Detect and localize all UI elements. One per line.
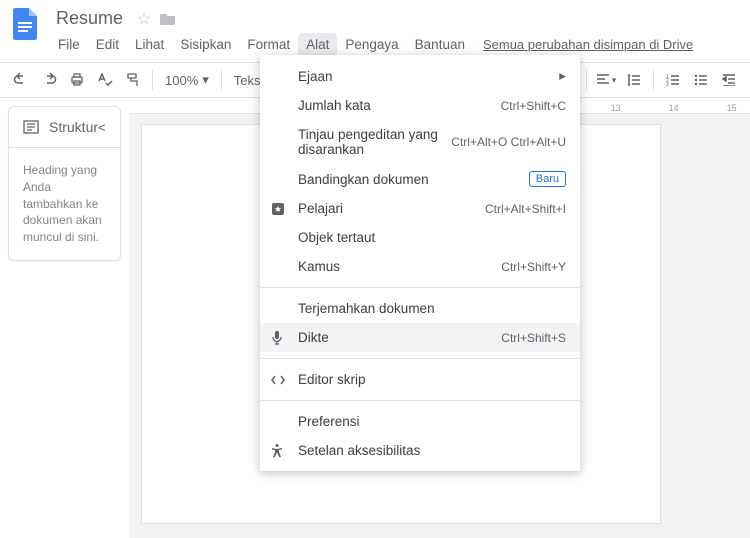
menu-sisipkan[interactable]: Sisipkan — [172, 33, 239, 56]
code-icon — [270, 374, 288, 386]
menu-item-editor-skrip[interactable]: Editor skrip — [260, 365, 580, 394]
menu-item-tinjau-pengeditan-yang-disarankan[interactable]: Tinjau pengeditan yang disarankanCtrl+Al… — [260, 120, 580, 164]
folder-icon[interactable] — [159, 12, 177, 26]
menu-item-preferensi[interactable]: Preferensi — [260, 407, 580, 436]
menu-item-label: Setelan aksesibilitas — [298, 443, 420, 458]
menu-item-label: Preferensi — [298, 414, 360, 429]
outline-header: Struktur < — [9, 107, 120, 148]
toolbar-right: ▾ ▾ 123 — [554, 67, 742, 93]
chevron-down-icon: ▾ — [202, 72, 209, 88]
menu-item-label: Kamus — [298, 259, 340, 274]
menu-pengaya[interactable]: Pengaya — [337, 33, 406, 56]
menu-item-label: Dikte — [298, 330, 329, 345]
docs-logo[interactable] — [8, 6, 44, 42]
mic-icon — [270, 330, 288, 346]
submenu-arrow-icon: ▸ — [559, 68, 566, 84]
header-main: Resume ☆ File Edit Lihat Sisipkan Format… — [50, 6, 693, 56]
outline-body: Heading yang Anda tambahkan ke dokumen a… — [9, 148, 120, 260]
menu-format[interactable]: Format — [239, 33, 298, 56]
accessibility-icon — [270, 443, 288, 459]
shortcut-label: Ctrl+Shift+C — [501, 99, 566, 113]
menu-lihat[interactable]: Lihat — [127, 33, 172, 56]
menu-separator — [260, 400, 580, 401]
menu-edit[interactable]: Edit — [88, 33, 127, 56]
redo-icon[interactable] — [36, 67, 62, 93]
outline-panel: Struktur < Heading yang Anda tambahkan k… — [8, 106, 121, 261]
menu-item-label: Pelajari — [298, 201, 343, 216]
spellcheck-icon[interactable] — [92, 67, 118, 93]
shortcut-label: Ctrl+Shift+Y — [501, 260, 566, 274]
align-button[interactable]: ▾ — [593, 67, 619, 93]
header: Resume ☆ File Edit Lihat Sisipkan Format… — [0, 0, 750, 56]
menu-separator — [260, 358, 580, 359]
new-badge: Baru — [529, 171, 566, 187]
menu-bantuan[interactable]: Bantuan — [407, 33, 473, 56]
numbered-list-button[interactable]: 123 — [660, 67, 686, 93]
menu-item-label: Ejaan — [298, 69, 333, 84]
title-row: Resume ☆ — [50, 6, 693, 31]
undo-icon[interactable] — [8, 67, 34, 93]
collapse-outline-button[interactable]: < — [98, 120, 106, 135]
outline-title: Struktur — [49, 119, 98, 135]
line-spacing-button[interactable] — [621, 67, 647, 93]
shortcut-label: Ctrl+Alt+Shift+I — [485, 202, 566, 216]
svg-text:3: 3 — [666, 82, 669, 86]
doc-title[interactable]: Resume — [50, 6, 129, 31]
menu-item-label: Editor skrip — [298, 372, 366, 387]
toolbar-separator — [221, 70, 222, 90]
menu-item-label: Tinjau pengeditan yang disarankan — [298, 127, 451, 157]
menu-item-label: Bandingkan dokumen — [298, 172, 429, 187]
menu-item-setelan-aksesibilitas[interactable]: Setelan aksesibilitas — [260, 436, 580, 465]
menubar: File Edit Lihat Sisipkan Format Alat Pen… — [50, 33, 693, 56]
menu-item-label: Objek tertaut — [298, 230, 375, 245]
shortcut-label: Ctrl+Alt+O Ctrl+Alt+U — [451, 135, 566, 149]
outline-sidebar: Struktur < Heading yang Anda tambahkan k… — [0, 98, 129, 538]
explore-icon — [270, 201, 288, 217]
ruler-tick: 14 — [645, 103, 703, 113]
menu-item-dikte[interactable]: Dikte Ctrl+Shift+S — [260, 323, 580, 352]
ruler-tick: 15 — [703, 103, 750, 113]
print-icon[interactable] — [64, 67, 90, 93]
chevron-down-icon: ▾ — [612, 75, 617, 86]
menu-item-label: Terjemahkan dokumen — [298, 301, 435, 316]
star-icon[interactable]: ☆ — [137, 9, 151, 29]
menu-file[interactable]: File — [50, 33, 88, 56]
ruler-tick: 13 — [587, 103, 645, 113]
menu-alat[interactable]: Alat — [298, 33, 337, 56]
menu-item-label: Jumlah kata — [298, 98, 371, 113]
toolbar-separator — [152, 70, 153, 90]
zoom-select[interactable]: 100%▾ — [159, 72, 215, 88]
menu-item-objek-tertaut[interactable]: Objek tertaut — [260, 223, 580, 252]
toolbar-separator — [653, 70, 654, 90]
paint-format-icon[interactable] — [120, 67, 146, 93]
bulleted-list-button[interactable] — [688, 67, 714, 93]
toolbar-separator — [586, 70, 587, 90]
alat-dropdown: Ejaan ▸ Jumlah kata Ctrl+Shift+C Tinjau peng… — [260, 55, 580, 471]
menu-item-kamus[interactable]: Kamus Ctrl+Shift+Y — [260, 252, 580, 281]
save-status[interactable]: Semua perubahan disimpan di Drive — [483, 37, 693, 52]
menu-item-bandingkan-dokumen[interactable]: Bandingkan dokumen Baru — [260, 164, 580, 194]
shortcut-label: Ctrl+Shift+S — [501, 331, 566, 345]
menu-item-ejaan[interactable]: Ejaan ▸ — [260, 61, 580, 91]
decrease-indent-button[interactable] — [716, 67, 742, 93]
menu-separator — [260, 287, 580, 288]
menu-item-pelajari[interactable]: Pelajari Ctrl+Alt+Shift+I — [260, 194, 580, 223]
outline-icon — [23, 120, 39, 134]
menu-item-jumlah-kata[interactable]: Jumlah kata Ctrl+Shift+C — [260, 91, 580, 120]
menu-item-terjemahkan-dokumen[interactable]: Terjemahkan dokumen — [260, 294, 580, 323]
